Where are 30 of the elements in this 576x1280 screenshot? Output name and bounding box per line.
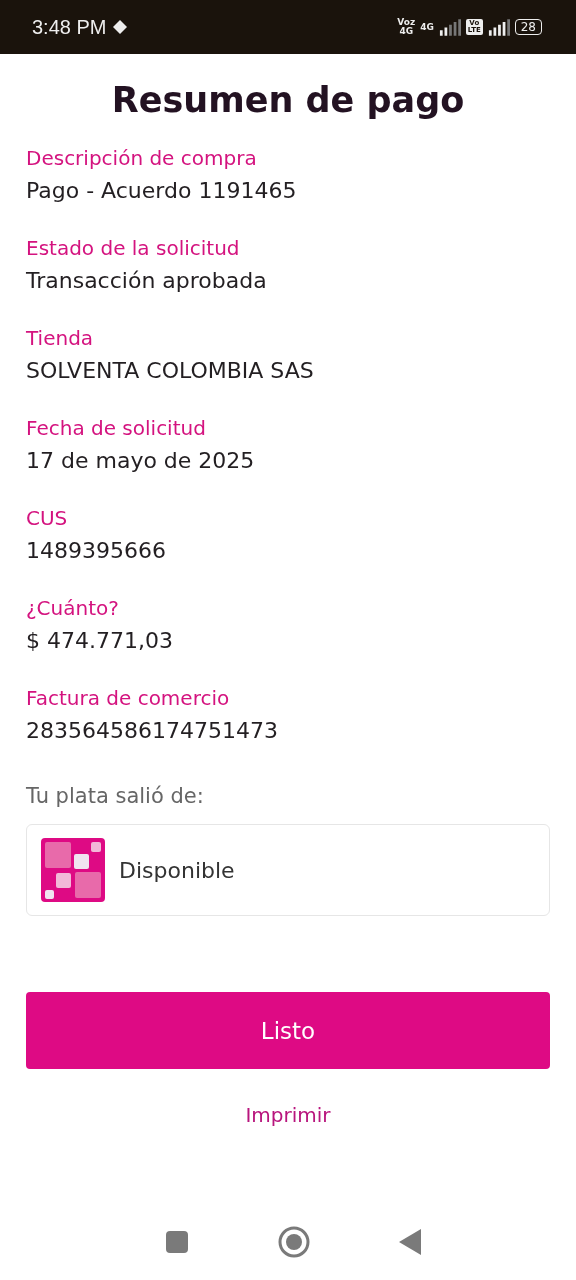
squares-icon: [41, 838, 105, 902]
print-link[interactable]: Imprimir: [245, 1103, 331, 1127]
field-label: Descripción de compra: [26, 145, 258, 172]
battery-indicator: 28: [514, 19, 542, 35]
field-label: Factura de comercio: [26, 685, 231, 712]
field-value: 283564586174751473: [26, 717, 279, 745]
field-value: $ 474.771,03: [26, 627, 174, 655]
done-button[interactable]: Listo: [26, 992, 550, 1069]
field-value: SOLVENTA COLOMBIA SAS: [26, 357, 315, 385]
clock: 3:48 PM: [32, 15, 107, 39]
signal-icon: [487, 18, 510, 36]
field-value: Transacción aprobada: [26, 267, 268, 295]
page-title: Resumen de pago: [110, 80, 466, 120]
network-label: 4G: [420, 22, 434, 32]
field-value: 1489395666: [26, 537, 167, 565]
field-value: 17 de mayo de 2025: [26, 447, 256, 475]
notification-icon: [112, 19, 129, 35]
field-label: Tienda: [26, 325, 95, 352]
signal-icon: [438, 18, 461, 36]
network-label: Voz 4G: [397, 18, 416, 36]
section-heading: Tu plata salió de:: [26, 783, 205, 810]
home-icon[interactable]: [278, 1226, 310, 1258]
recents-icon[interactable]: [164, 1230, 189, 1254]
back-icon[interactable]: [399, 1229, 422, 1255]
field-label: Estado de la solicitud: [26, 235, 241, 262]
field-value: Pago - Acuerdo 1191465: [26, 177, 298, 205]
field-label: Fecha de solicitud: [26, 415, 207, 442]
account-card[interactable]: Disponible: [26, 824, 550, 916]
field-label: CUS: [26, 505, 69, 532]
field-label: ¿Cuánto?: [26, 595, 120, 622]
